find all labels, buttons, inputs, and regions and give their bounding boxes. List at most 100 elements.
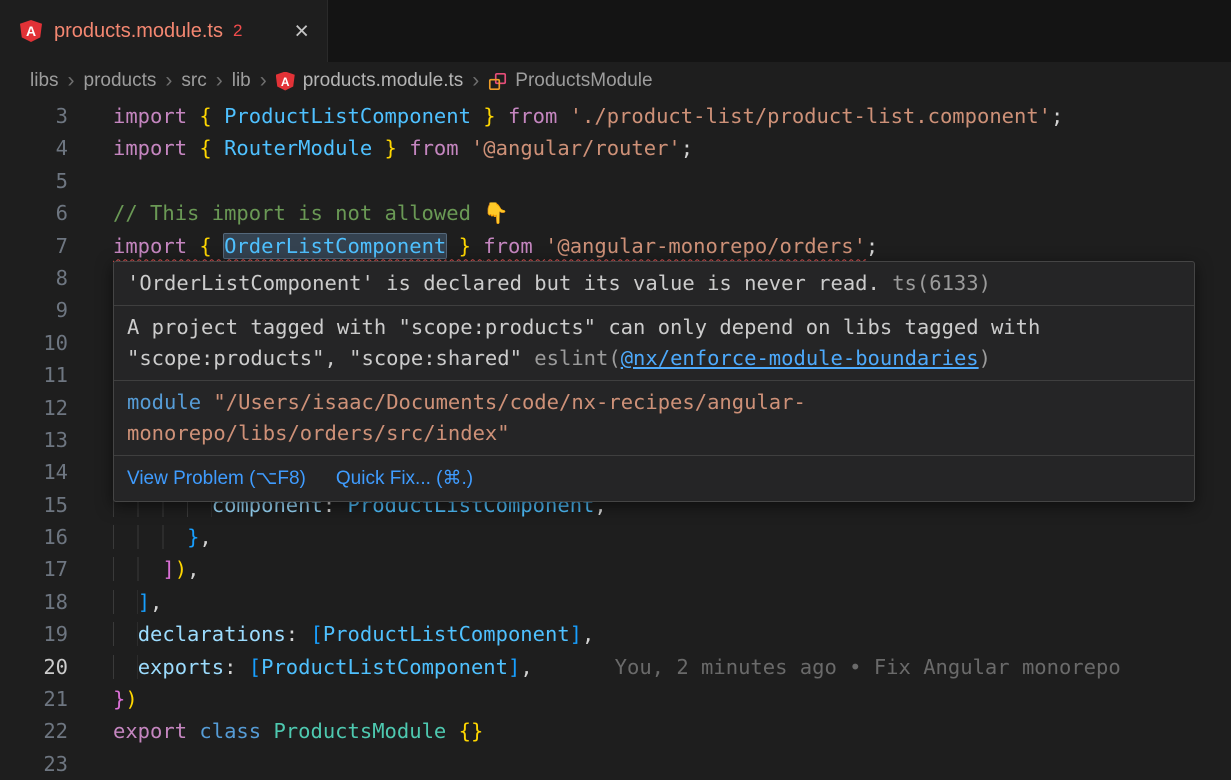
code-line[interactable]: 18 ],: [0, 586, 1231, 618]
code-text: declarations: [ProductListComponent],: [113, 618, 594, 650]
code-token: import: [113, 136, 199, 160]
code-token: }: [471, 104, 508, 128]
line-number[interactable]: 6: [0, 197, 68, 229]
code-text: }): [113, 683, 138, 715]
diagnostic-message: 'OrderListComponent' is declared but its…: [127, 271, 880, 295]
code-text: ]),: [113, 553, 199, 585]
line-number[interactable]: 20: [0, 651, 68, 683]
code-token: class: [199, 719, 273, 743]
code-line[interactable]: 3import { ProductListComponent } from '.…: [0, 100, 1231, 132]
breadcrumb-item-src[interactable]: src: [181, 70, 206, 92]
chevron-right-icon: ›: [260, 69, 267, 93]
line-number[interactable]: 12: [0, 392, 68, 424]
highlighted-symbol: OrderListComponent: [224, 234, 446, 258]
code-token: ;: [1051, 104, 1063, 128]
line-number[interactable]: 16: [0, 521, 68, 553]
code-token: [: [310, 622, 322, 646]
code-line[interactable]: 6// This import is not allowed 👇: [0, 197, 1231, 229]
code-text: exports: [ProductListComponent],You, 2 m…: [113, 651, 1121, 683]
line-number[interactable]: 21: [0, 683, 68, 715]
tab-problems-badge: 2: [233, 21, 242, 41]
code-text: },: [113, 521, 212, 553]
line-number[interactable]: 14: [0, 456, 68, 488]
tab-products-module[interactable]: A products.module.ts 2 ×: [0, 0, 328, 62]
line-number[interactable]: 23: [0, 748, 68, 780]
line-number[interactable]: 19: [0, 618, 68, 650]
line-number[interactable]: 18: [0, 586, 68, 618]
editor: 3 import { ProductListComponent } from '.…: [0, 100, 1231, 780]
breadcrumb-item-products[interactable]: products: [84, 70, 157, 92]
hover-popup: 'OrderListComponent' is declared but its…: [113, 261, 1195, 502]
module-path: "/Users/isaac/Documents/code/nx-recipes/…: [127, 390, 806, 445]
code-line[interactable]: 19 declarations: [ProductListComponent],: [0, 618, 1231, 650]
hover-eslint-diagnostic: A project tagged with "scope:products" c…: [114, 306, 1194, 381]
code-token: './product-list/product-list.component': [570, 104, 1051, 128]
line-number[interactable]: 8: [0, 262, 68, 294]
code-token: ]: [570, 622, 582, 646]
code-token: {: [199, 234, 224, 258]
breadcrumb-item-lib[interactable]: lib: [232, 70, 251, 92]
line-number[interactable]: 4: [0, 132, 68, 164]
code-token: ): [175, 557, 187, 581]
code-token: ,: [582, 622, 594, 646]
code-token: [113, 655, 138, 679]
quick-fix-action[interactable]: Quick Fix... (⌘.): [336, 463, 473, 494]
code-text: import { RouterModule } from '@angular/r…: [113, 132, 693, 164]
line-number[interactable]: 3: [0, 100, 68, 132]
line-number[interactable]: 10: [0, 327, 68, 359]
code-text: ],: [113, 586, 162, 618]
code-token: '@angular/router': [471, 136, 681, 160]
tab-title: products.module.ts: [54, 20, 223, 43]
line-number[interactable]: 7: [0, 230, 68, 262]
tab-bar: A products.module.ts 2 ×: [0, 0, 1231, 62]
eslint-rule-link[interactable]: @nx/enforce-module-boundaries: [621, 346, 979, 370]
code-token: ,: [150, 590, 162, 614]
code-token: }: [372, 136, 409, 160]
code-token: import: [113, 104, 199, 128]
close-icon[interactable]: ×: [294, 19, 309, 44]
line-number[interactable]: 11: [0, 359, 68, 391]
code-line[interactable]: 22export class ProductsModule {}: [0, 715, 1231, 747]
code-token: [113, 590, 138, 614]
breadcrumb-item-symbol[interactable]: ProductsModule: [488, 70, 652, 92]
chevron-right-icon: ›: [68, 69, 75, 93]
code-token: exports: [138, 655, 224, 679]
hover-module-info: module "/Users/isaac/Documents/code/nx-r…: [114, 381, 1194, 456]
code-line[interactable]: 23: [0, 748, 1231, 780]
line-number[interactable]: 13: [0, 424, 68, 456]
code-token: [: [249, 655, 261, 679]
module-keyword: module: [127, 390, 201, 414]
line-number[interactable]: 17: [0, 553, 68, 585]
code-token: ;: [681, 136, 693, 160]
code-token: ProductListComponent: [323, 622, 570, 646]
code-token: ]: [138, 590, 150, 614]
line-number[interactable]: 22: [0, 715, 68, 747]
code-token: {: [199, 136, 224, 160]
chevron-right-icon: ›: [472, 69, 479, 93]
code-token: ]: [162, 557, 174, 581]
code-token: ,: [199, 525, 211, 549]
breadcrumb-item-libs[interactable]: libs: [30, 70, 59, 92]
code-line[interactable]: 4 import { RouterModule } from '@angular/…: [0, 132, 1231, 164]
code-token: ): [125, 687, 137, 711]
view-problem-action[interactable]: View Problem (⌥F8): [127, 463, 306, 494]
pointing-down-emoji: 👇: [483, 201, 509, 225]
chevron-right-icon: ›: [216, 69, 223, 93]
code-line[interactable]: 20 exports: [ProductListComponent],You, …: [0, 651, 1231, 683]
code-line[interactable]: 21}): [0, 683, 1231, 715]
line-number[interactable]: 9: [0, 294, 68, 326]
line-number[interactable]: 5: [0, 165, 68, 197]
code-line[interactable]: 17 ]),: [0, 553, 1231, 585]
line-number[interactable]: 15: [0, 489, 68, 521]
code-token: from: [409, 136, 471, 160]
code-token: RouterModule: [224, 136, 372, 160]
code-token: ProductListComponent: [261, 655, 508, 679]
code-line[interactable]: 5: [0, 165, 1231, 197]
code-line[interactable]: 16 },: [0, 521, 1231, 553]
symbol-class-icon: [488, 72, 507, 91]
code-token: :: [224, 655, 249, 679]
diagnostic-source: ts(6133): [892, 271, 991, 295]
code-token: from: [483, 234, 545, 258]
breadcrumb-item-file[interactable]: A products.module.ts: [276, 70, 464, 92]
code-line[interactable]: 7import { OrderListComponent } from '@an…: [0, 230, 1231, 262]
